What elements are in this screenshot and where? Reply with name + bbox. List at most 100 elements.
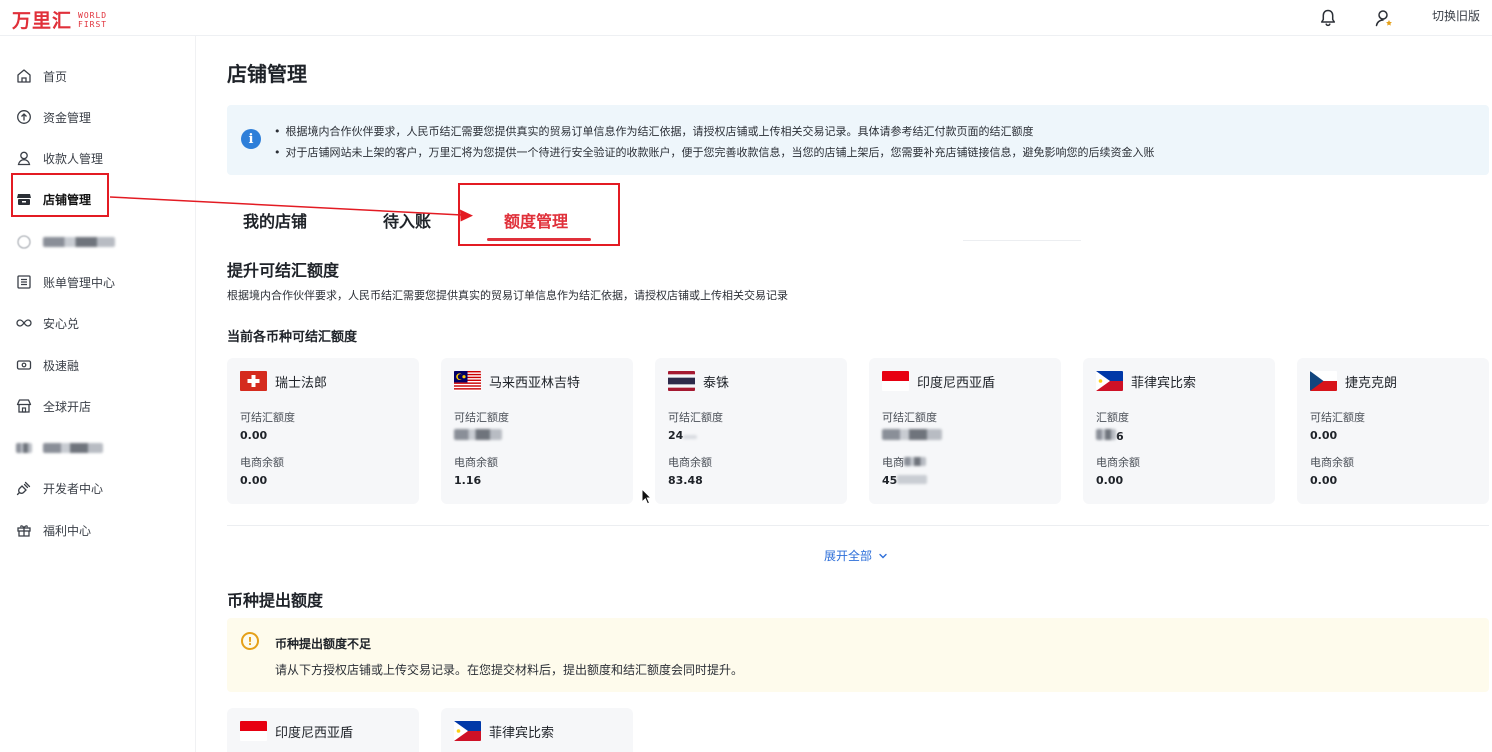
sidebar-item-blurred-2[interactable] <box>16 437 103 459</box>
warning-text: 请从下方授权店铺或上传交易记录。在您提交材料后，提出额度和结汇额度会同时提升。 <box>275 663 744 677</box>
warning-icon: ! <box>241 632 259 650</box>
balance-value: 0.00 <box>1310 474 1338 487</box>
person-icon <box>17 151 31 166</box>
expand-all-button[interactable]: 展开全部 <box>824 547 889 564</box>
tab-bar: 我的店铺 待入账 额度管理 <box>227 194 1087 242</box>
balance-label: 电商余额 <box>1310 456 1354 469</box>
balance-label: 电商 <box>882 454 926 470</box>
withdraw-currency-cards: 印度尼西亚盾 菲律宾比索 <box>227 708 827 752</box>
logo[interactable]: 万里汇 WORLD FIRST <box>12 6 107 33</box>
home-icon <box>17 69 31 83</box>
blurred-icon <box>16 443 32 453</box>
sidebar-item-label: 首页 <box>43 69 68 84</box>
logo-subtext: WORLD FIRST <box>78 10 108 29</box>
sidebar-item-label: 收款人管理 <box>43 151 104 166</box>
sidebar-item-home[interactable]: 首页 <box>16 65 67 87</box>
logo-text: 万里汇 <box>12 10 73 32</box>
quota-value-redacted <box>454 429 502 443</box>
currency-card-czk[interactable]: 捷克克朗 可结汇额度 0.00 电商余额 0.00 <box>1297 358 1489 504</box>
sidebar-item-funds[interactable]: 资金管理 <box>16 106 91 128</box>
sidebar-item-fast-finance[interactable]: 极速融 <box>16 354 79 376</box>
user-icon[interactable] <box>1372 6 1396 30</box>
currency-card-idr[interactable]: 印度尼西亚盾 可结汇额度 电商 45 <box>869 358 1061 504</box>
sidebar-item-blurred-1[interactable] <box>16 231 115 253</box>
tab-my-stores[interactable]: 我的店铺 <box>243 208 307 232</box>
currency-card-php[interactable]: 菲律宾比索 汇额度 6 电商余额 0.00 <box>1083 358 1275 504</box>
currency-name: 菲律宾比索 <box>1131 375 1197 391</box>
withdraw-card-idr[interactable]: 印度尼西亚盾 <box>227 708 419 752</box>
currency-name: 菲律宾比索 <box>489 725 555 741</box>
info-notice: i 根据境内合作伙伴要求，人民币结汇需要您提供真实的贸易订单信息作为结汇依据，请… <box>227 105 1489 175</box>
chevron-down-icon <box>879 553 887 558</box>
infinity-icon <box>16 319 32 327</box>
balance-value: 83.48 <box>668 474 703 487</box>
currency-name: 马来西亚林吉特 <box>489 375 581 391</box>
flag-switzerland-icon <box>240 371 267 391</box>
sidebar-item-global-store[interactable]: 全球开店 <box>16 395 91 417</box>
currency-name: 印度尼西亚盾 <box>917 375 996 391</box>
sidebar-item-label: 极速融 <box>43 358 80 373</box>
sidebar-item-label: 资金管理 <box>43 110 92 125</box>
notice-line-1: 根据境内合作伙伴要求，人民币结汇需要您提供真实的贸易订单信息作为结汇依据，请授权… <box>274 123 1034 139</box>
notice-line-2: 对于店铺网站未上架的客户，万里汇将为您提供一个待进行安全验证的收款账户，便于您完… <box>274 144 1155 160</box>
sidebar-item-label: 账单管理中心 <box>43 275 116 290</box>
quota-value: 0.00 <box>1310 429 1338 442</box>
flag-malaysia-icon <box>454 371 481 391</box>
flag-thailand-icon <box>668 371 695 391</box>
sidebar: 首页 资金管理 收款人管理 店铺管理 账单管理中心 安心兑 极速融 全球开店 开… <box>0 36 196 752</box>
quota-label: 可结汇额度 <box>668 411 723 424</box>
section-title-withdraw-quota: 币种提出额度 <box>227 591 324 610</box>
page-title: 店铺管理 <box>227 62 307 86</box>
currency-card-myr[interactable]: 马来西亚林吉特 可结汇额度 电商余额 1.16 <box>441 358 633 504</box>
switch-version-link[interactable]: 切换旧版 <box>1432 7 1480 24</box>
balance-value: 45 <box>882 474 928 487</box>
currency-name: 印度尼西亚盾 <box>275 725 354 741</box>
mouse-cursor-icon <box>641 488 653 505</box>
warning-title: 币种提出额度不足 <box>275 637 372 651</box>
flag-czech-icon <box>1310 371 1337 391</box>
sidebar-item-label: 安心兑 <box>43 316 80 331</box>
balance-label: 电商余额 <box>454 456 498 469</box>
main-content: 店铺管理 i 根据境内合作伙伴要求，人民币结汇需要您提供真实的贸易订单信息作为结… <box>227 36 1489 752</box>
annotation-box-sidebar <box>11 173 109 217</box>
tab-pending-credit[interactable]: 待入账 <box>383 208 431 232</box>
withdraw-card-php[interactable]: 菲律宾比索 <box>441 708 633 752</box>
bell-icon[interactable] <box>1316 6 1340 30</box>
flag-philippines-icon <box>1096 371 1123 391</box>
sidebar-item-developer[interactable]: 开发者中心 <box>16 477 103 499</box>
section-description: 根据境内合作伙伴要求，人民币结汇需要您提供真实的贸易订单信息作为结汇依据，请授权… <box>227 289 788 302</box>
quota-label: 可结汇额度 <box>882 411 937 424</box>
section-title-raise-quota: 提升可结汇额度 <box>227 261 340 280</box>
currency-name: 瑞士法郎 <box>275 375 328 391</box>
gift-icon <box>17 525 31 537</box>
quota-value: 0.00 <box>240 429 268 442</box>
sidebar-item-payees[interactable]: 收款人管理 <box>16 147 103 169</box>
balance-label: 电商余额 <box>1096 456 1140 469</box>
currency-card-thb[interactable]: 泰铢 可结汇额度 24 电商余额 83.48 <box>655 358 847 504</box>
sidebar-item-exchange[interactable]: 安心兑 <box>16 312 79 334</box>
balance-label: 电商余额 <box>668 456 712 469</box>
tab-separator <box>963 240 1081 241</box>
section-divider <box>227 525 1489 526</box>
sidebar-item-bills[interactable]: 账单管理中心 <box>16 271 115 293</box>
currency-card-chf[interactable]: 瑞士法郎 可结汇额度 0.00 电商余额 0.00 <box>227 358 419 504</box>
quota-label: 汇额度 <box>1096 411 1129 424</box>
info-icon: i <box>241 129 261 149</box>
currency-name: 捷克克朗 <box>1345 375 1398 391</box>
quota-label: 可结汇额度 <box>1310 411 1365 424</box>
blurred-label <box>43 443 103 453</box>
currency-name: 泰铢 <box>703 375 730 391</box>
quota-value: 24 <box>668 429 698 442</box>
subsection-title-current-quota: 当前各币种可结汇额度 <box>227 330 358 345</box>
annotation-box-tab <box>458 183 620 246</box>
upload-circle-icon <box>17 110 31 124</box>
sidebar-item-benefits[interactable]: 福利中心 <box>16 519 91 541</box>
top-bar: 万里汇 WORLD FIRST 切换旧版 <box>0 0 1492 36</box>
balance-label: 电商余额 <box>240 456 284 469</box>
balance-value: 1.16 <box>454 474 482 487</box>
shop-icon <box>16 399 32 413</box>
quota-value: 6 <box>1096 429 1124 443</box>
blurred-icon <box>17 235 31 249</box>
money-icon <box>16 360 32 370</box>
sidebar-item-label: 开发者中心 <box>43 481 104 496</box>
